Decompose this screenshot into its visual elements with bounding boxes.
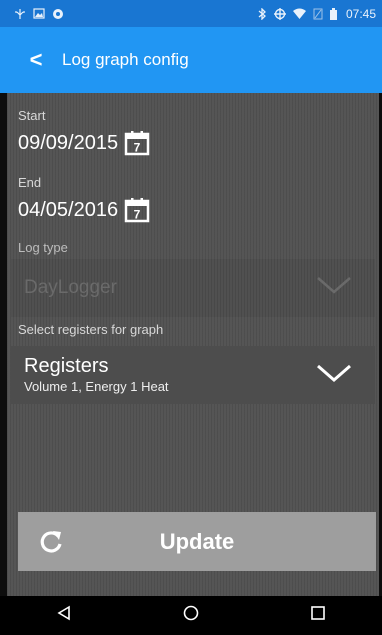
app-bar: < Log graph config [0, 27, 382, 93]
refresh-icon [26, 529, 76, 555]
status-bar: 07:45 [0, 0, 382, 27]
update-button[interactable]: Update [18, 512, 376, 571]
back-button[interactable]: < [22, 40, 50, 80]
end-date-picker[interactable]: 04/05/2016 7 [18, 197, 150, 223]
registers-label: Select registers for graph [18, 322, 164, 337]
chevron-down-icon [315, 275, 353, 301]
end-label: End [18, 175, 42, 190]
chevron-down-icon [315, 363, 353, 388]
registers-text: Registers Volume 1, Energy 1 Heat [24, 355, 169, 396]
image-icon [33, 8, 45, 19]
registers-title: Registers [24, 354, 109, 377]
wifi-icon [292, 8, 306, 19]
sync-icon [52, 8, 64, 20]
page-title: Log graph config [62, 50, 189, 69]
log-type-value: DayLogger [24, 277, 117, 298]
calendar-day: 7 [134, 141, 141, 155]
update-label: Update [159, 528, 235, 554]
calendar-icon[interactable]: 7 [124, 130, 150, 156]
calendar-day: 7 [134, 208, 141, 222]
back-arrow-icon: < [29, 47, 43, 72]
registers-selected: Volume 1, Energy 1 Heat [24, 378, 169, 394]
usb-icon [14, 8, 26, 20]
log-type-select[interactable]: DayLogger [11, 259, 375, 317]
status-time: 07:45 [345, 6, 376, 21]
start-date-picker[interactable]: 09/09/2015 7 [18, 130, 150, 156]
nav-home-button[interactable] [161, 596, 221, 635]
battery-icon [329, 7, 337, 20]
status-right-icons: 07:45 [258, 7, 376, 21]
data-transfer-icon [273, 7, 286, 20]
bluetooth-icon [258, 7, 267, 20]
home-circle-icon [183, 605, 199, 626]
nav-recents-button[interactable] [288, 596, 348, 635]
log-type-label: Log type [18, 240, 68, 255]
status-left-icons [14, 8, 64, 20]
registers-select[interactable]: Registers Volume 1, Energy 1 Heat [11, 346, 375, 404]
calendar-icon[interactable]: 7 [124, 197, 150, 223]
start-label: Start [18, 108, 46, 123]
config-panel: Start 09/09/2015 7 End 04/05/2016 7 Log … [7, 93, 379, 596]
end-date-value: 04/05/2016 [18, 198, 119, 221]
no-sim-icon [313, 8, 323, 20]
navigation-bar [0, 596, 382, 635]
nav-back-button[interactable] [34, 596, 94, 635]
back-triangle-icon [56, 605, 72, 626]
start-date-value: 09/09/2015 [18, 131, 119, 154]
recents-square-icon [310, 605, 326, 626]
